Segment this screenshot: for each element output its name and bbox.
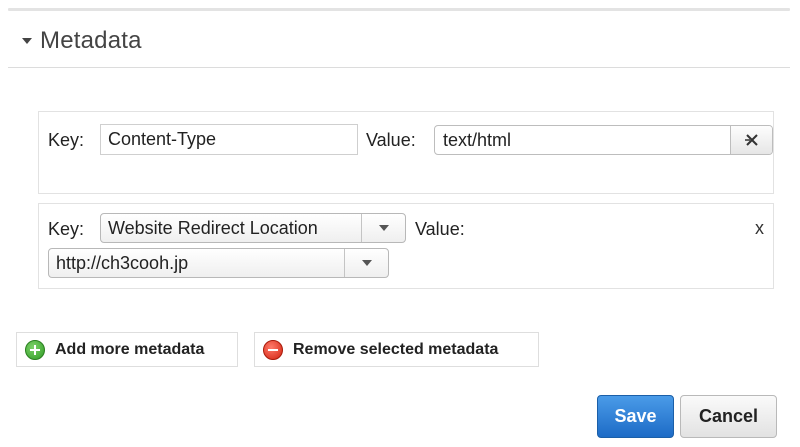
key-label: Key:	[48, 219, 85, 239]
key-select[interactable]: Website Redirect Location	[100, 213, 406, 243]
add-circle-icon	[25, 339, 45, 360]
value-select-value: http://ch3cooh.jp	[56, 253, 189, 273]
metadata-row: Key: Value: text/html	[38, 111, 774, 194]
remove-circle-icon	[263, 339, 283, 360]
chevron-down-icon[interactable]	[344, 249, 388, 277]
top-divider	[8, 8, 790, 11]
value-field[interactable]: text/html	[434, 125, 773, 155]
metadata-section-toggle[interactable]: Metadata	[22, 24, 142, 58]
key-input[interactable]	[100, 124, 358, 155]
value-label: Value:	[415, 219, 465, 239]
save-button[interactable]: Save	[597, 395, 674, 438]
key-select-value: Website Redirect Location	[108, 218, 318, 238]
value-label: Value:	[366, 130, 416, 150]
value-input-text[interactable]: text/html	[435, 126, 730, 154]
caret-down-icon	[22, 38, 32, 44]
clear-x-icon[interactable]	[730, 126, 772, 154]
remove-row-icon[interactable]: x	[755, 218, 764, 239]
metadata-row: Key: Website Redirect Location Value: x …	[38, 203, 774, 289]
remove-metadata-button[interactable]: Remove selected metadata	[254, 332, 539, 367]
header-divider	[8, 67, 790, 68]
key-label: Key:	[48, 130, 85, 150]
add-metadata-button[interactable]: Add more metadata	[16, 332, 238, 367]
add-metadata-label: Add more metadata	[55, 340, 205, 358]
value-select[interactable]: http://ch3cooh.jp	[48, 248, 389, 278]
section-title: Metadata	[40, 27, 142, 54]
chevron-down-icon[interactable]	[361, 214, 405, 242]
remove-metadata-label: Remove selected metadata	[293, 340, 499, 358]
cancel-button[interactable]: Cancel	[680, 395, 777, 438]
